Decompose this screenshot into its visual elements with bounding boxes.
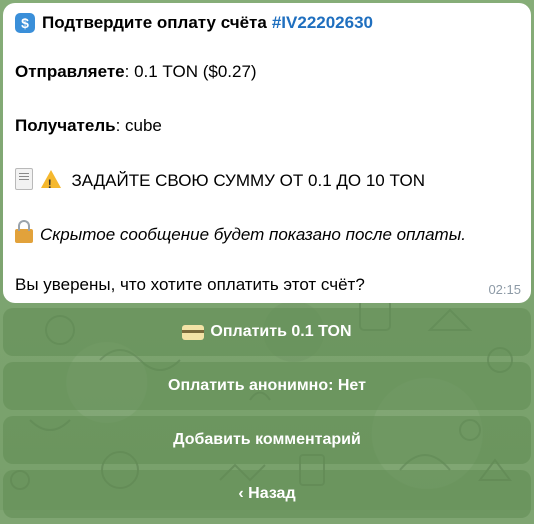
invoice-id-link[interactable]: #IV22202630 [272, 13, 373, 33]
add-comment-label: Добавить комментарий [173, 431, 361, 448]
question-line: Вы уверены, что хотите оплатить этот счё… [15, 274, 365, 296]
recipient-value: : cube [115, 116, 162, 135]
question-text: Вы уверены, что хотите оплатить этот счё… [15, 275, 365, 294]
inline-keyboard: Оплатить 0.1 TON Оплатить анонимно: Нет … [3, 308, 531, 524]
dollar-icon: $ [15, 13, 35, 33]
invoice-message-bubble: $ Подтвердите оплату счёта #IV22202630 О… [3, 3, 531, 303]
add-comment-button[interactable]: Добавить комментарий [3, 416, 531, 464]
invoice-title: $ Подтвердите оплату счёта #IV22202630 [15, 11, 521, 35]
pay-button-label: Оплатить 0.1 TON [210, 323, 352, 340]
lock-icon [15, 220, 33, 243]
hidden-note-line: Скрытое сообщение будет показано после о… [15, 220, 466, 246]
invoice-title-text: Подтвердите оплату счёта [42, 13, 267, 32]
pay-anonymously-button[interactable]: Оплатить анонимно: Нет [3, 362, 531, 410]
sender-line: Отправляете: 0.1 TON ($0.27) [15, 61, 257, 83]
back-label: ‹ Назад [238, 485, 296, 502]
back-button[interactable]: ‹ Назад [3, 470, 531, 518]
sender-label: Отправляете [15, 62, 125, 81]
recipient-label: Получатель [15, 116, 116, 135]
credit-card-icon [182, 324, 205, 340]
sender-value: : 0.1 TON ($0.27) [124, 62, 257, 81]
pay-button[interactable]: Оплатить 0.1 TON [3, 308, 531, 356]
amount-range-text: ЗАДАЙТЕ СВОЮ СУММУ ОТ 0.1 ДО 10 TON [71, 171, 426, 190]
pay-anonymously-label: Оплатить анонимно: Нет [168, 377, 366, 394]
receipt-icon [15, 168, 33, 190]
hidden-note-text: Скрытое сообщение будет показано после о… [40, 225, 466, 244]
warning-icon [40, 170, 61, 195]
message-time: 02:15 [488, 282, 521, 297]
amount-range-line: ЗАДАЙТЕ СВОЮ СУММУ ОТ 0.1 ДО 10 TON [15, 168, 426, 195]
recipient-line: Получатель: cube [15, 115, 162, 137]
